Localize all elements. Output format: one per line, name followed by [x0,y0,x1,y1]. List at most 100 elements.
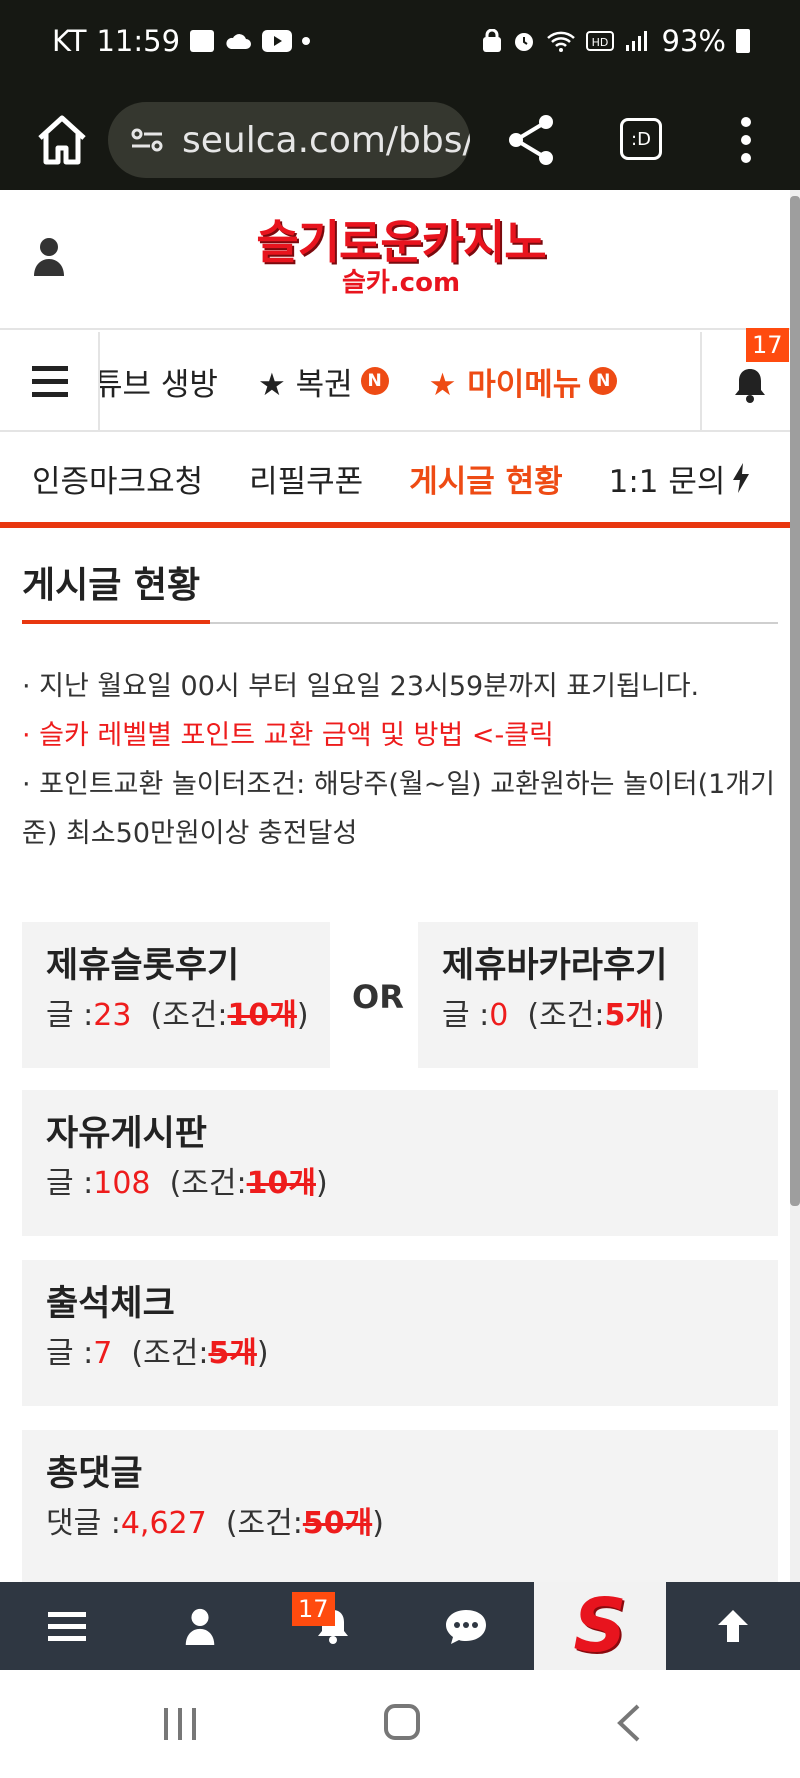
nav-item-mymenu[interactable]: ★ 마이메뉴 N [429,359,618,404]
notification-count-badge: 17 [292,1592,335,1626]
more-options-icon[interactable] [728,112,764,168]
scroll-to-top-button[interactable] [666,1582,799,1670]
arrow-up-icon [717,1610,748,1642]
card-stat-line: 댓글 :4,627 (조건:50개) [46,1502,754,1546]
card-title: 출석체크 [46,1284,175,1324]
notification-button[interactable]: 17 [700,328,790,430]
or-separator: OR [352,978,404,1016]
stat-label: 글 : [46,1166,94,1201]
home-icon[interactable] [30,108,94,172]
condition-close: ) [372,1506,384,1541]
stat-value: 108 [93,1166,151,1201]
svg-text:HD: HD [591,36,608,49]
stat-card-baccarat-review: 제휴바카라후기 글 :0 (조건:5개) [418,922,698,1068]
menu-icon [47,1612,86,1641]
chat-icon [445,1610,486,1644]
notice-exchange-link[interactable]: · 슬카 레벨별 포인트 교환 금액 및 방법 <-클릭 [22,711,778,760]
nav-item-label: 튜브 생방 [100,366,218,403]
title-divider-accent [22,620,210,624]
bottom-notification-button[interactable]: 17 [266,1582,399,1670]
card-title: 총댓글 [46,1454,143,1494]
notice-list: · 지난 월요일 00시 부터 일요일 23시59분까지 표기됩니다. · 슬카… [22,662,778,858]
gallery-icon [190,30,215,52]
condition-close: ) [315,1166,328,1201]
condition-label: (조건: [131,1336,209,1371]
stat-card-free-board: 자유게시판 글 :108 (조건:10개) [22,1090,778,1236]
bottom-profile-button[interactable] [133,1582,266,1670]
card-stat-line: 글 :23 (조건:10개) [46,994,309,1038]
new-badge: N [589,367,618,395]
card-stat-line: 글 :0 (조건:5개) [442,994,674,1038]
stat-label: 글 : [46,1336,94,1371]
condition-label: (조건: [150,998,228,1033]
main-nav: 튜브 생방 ★ 복권 N ★ 마이메뉴 N 17 [0,328,790,432]
condition-close: ) [256,1336,269,1371]
menu-icon [32,366,68,371]
menu-icon-bar [32,379,68,384]
condition-value: 10개 [227,998,297,1033]
page-title: 게시글 현황 [22,565,201,606]
condition-label: (조건: [169,1166,247,1201]
battery-icon [736,29,750,53]
site-logo[interactable]: 슬기로운카지노 슬카.com [236,216,566,302]
share-icon[interactable] [502,110,562,170]
tab-one-on-one-inquiry[interactable]: 1:1 문의 [609,456,726,501]
stat-value: 23 [93,998,132,1033]
user-icon[interactable] [32,236,66,276]
bottom-menu-button[interactable] [0,1582,133,1670]
cloud-icon [226,34,252,49]
notice-period: · 지난 월요일 00시 부터 일요일 23시59분까지 표기됩니다. [22,671,700,702]
stat-label: 댓글 : [46,1506,121,1541]
clock: 11:59 [96,24,181,58]
bell-icon [735,369,765,403]
condition-close: ) [296,998,309,1033]
tab-switcher-button[interactable]: :D [620,118,662,160]
lightning-icon [733,463,750,493]
s-logo-icon: S [573,1583,627,1669]
notification-count-badge: 17 [746,328,789,362]
bottom-app-bar: 17 S [0,1582,800,1670]
card-title: 자유게시판 [46,1114,208,1154]
condition-value: 5개 [208,1336,257,1371]
site-header: 슬기로운카지노 슬카.com [0,190,790,330]
youtube-icon [262,30,293,52]
status-bar: KT 11:59 HD 93% [0,0,800,90]
hd-voice-icon: HD [585,31,614,51]
recent-apps-icon[interactable] [160,1706,200,1742]
signal-icon [625,31,647,51]
card-stat-line: 글 :7 (조건:5개) [46,1332,754,1376]
notification-dot-icon [302,37,311,45]
scrollbar-thumb[interactable] [790,196,800,1206]
stat-value: 0 [489,998,509,1033]
condition-label: (조건: [527,998,605,1033]
wifi-icon [546,31,575,52]
browser-toolbar: seulca.com/bbs/ :D [0,90,800,190]
condition-label: (조건: [225,1506,303,1541]
condition-value: 10개 [246,1166,316,1201]
stat-label: 글 : [46,998,94,1033]
system-navigation-bar [0,1670,800,1778]
stat-value: 7 [93,1336,113,1371]
stat-card-attendance: 출석체크 글 :7 (조건:5개) [22,1260,778,1406]
tab-refill-coupon[interactable]: 리필쿠폰 [249,456,363,501]
nav-item-label: ★ 복권 [257,366,353,403]
nav-item-live[interactable]: 튜브 생방 [100,359,218,404]
tab-cert-mark-request[interactable]: 인증마크요청 [32,456,203,501]
url-text[interactable]: seulca.com/bbs/ [182,120,470,161]
home-circle-icon[interactable] [382,1702,422,1742]
nav-scroller[interactable]: 튜브 생방 ★ 복권 N ★ 마이메뉴 N [100,332,700,430]
bottom-chat-button[interactable] [399,1582,532,1670]
condition-value: 50개 [302,1506,373,1541]
site-settings-icon[interactable] [130,127,164,153]
menu-button[interactable] [0,332,100,430]
nav-item-lottery[interactable]: ★ 복권 N [258,359,389,404]
bottom-logo-button[interactable]: S [534,1582,666,1670]
sub-tabs: 인증마크요청 리필쿠폰 게시글 현황 1:1 문의 [0,434,790,528]
nav-item-label: ★ 마이메뉴 [428,366,582,403]
alarm-icon [514,33,533,51]
stat-label: 글 : [442,998,490,1033]
back-icon[interactable] [614,1702,644,1744]
tab-post-status[interactable]: 게시글 현황 [409,456,562,501]
url-bar[interactable]: seulca.com/bbs/ [108,102,470,178]
stat-card-total-comments: 총댓글 댓글 :4,627 (조건:50개) [22,1430,778,1582]
